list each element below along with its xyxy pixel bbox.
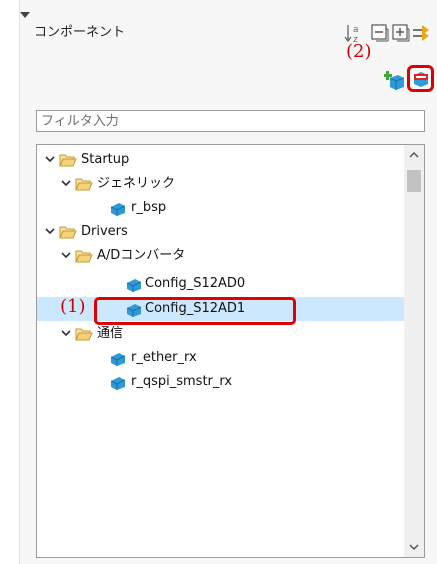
tree-node-r-qspi-smstr-rx[interactable]: r_qspi_smstr_rx <box>37 370 404 394</box>
collapse-all-icon[interactable] <box>369 22 391 44</box>
scroll-thumb[interactable] <box>407 170 421 192</box>
chevron-down-icon[interactable] <box>43 152 57 166</box>
panel-title: コンポーネント <box>34 25 126 40</box>
tree-node-communication[interactable]: 通信 <box>37 322 404 346</box>
folder-open-icon <box>75 328 93 341</box>
tree-node-config-s12ad0[interactable]: Config_S12AD0 <box>37 272 404 296</box>
tree-label: A/Dコンバータ <box>97 248 186 263</box>
tree-node-startup[interactable]: Startup <box>37 148 404 172</box>
tree-label: r_qspi_smstr_rx <box>131 374 233 389</box>
folder-open-icon <box>75 178 93 191</box>
component-icon <box>110 203 126 216</box>
chevron-down-icon[interactable] <box>43 224 57 238</box>
component-icon <box>126 279 142 292</box>
link-with-editor-icon[interactable] <box>411 22 433 44</box>
tree-node-r-bsp[interactable]: r_bsp <box>37 196 404 220</box>
tree-label: r_bsp <box>131 200 167 215</box>
folder-open-icon <box>59 226 77 239</box>
folder-open-icon <box>59 154 77 167</box>
components-panel: コンポーネント a z (2) フィルタ入力 Startup ジェネリック r_… <box>19 0 437 564</box>
chevron-down-icon[interactable] <box>59 326 73 340</box>
chevron-down-icon[interactable] <box>59 176 73 190</box>
scroll-down-icon[interactable] <box>404 537 424 557</box>
tree-node-drivers[interactable]: Drivers <box>37 220 404 244</box>
tree-label: 通信 <box>97 326 124 341</box>
tree-node-generic[interactable]: ジェネリック <box>37 172 404 196</box>
chevron-down-icon[interactable] <box>59 248 73 262</box>
panel-header: コンポーネント a z <box>20 12 437 52</box>
tree-node-ad-converter[interactable]: A/Dコンバータ <box>37 244 404 268</box>
annotation-2: (2) <box>346 41 372 62</box>
tree-label: r_ether_rx <box>131 350 197 365</box>
folder-open-icon <box>75 250 93 263</box>
tree-label: Drivers <box>81 224 128 239</box>
tree-label: ジェネリック <box>97 176 176 191</box>
tree-label: Startup <box>81 152 130 167</box>
tree-label: Config_S12AD0 <box>145 276 246 291</box>
component-tree: Startup ジェネリック r_bsp Drivers A/Dコンバータ Co… <box>36 144 425 558</box>
component-icon <box>110 353 126 366</box>
svg-text:a: a <box>353 25 359 35</box>
add-component-icon[interactable] <box>384 68 408 92</box>
selection-highlight-box <box>94 297 296 325</box>
remove-component-button[interactable] <box>407 65 434 92</box>
vertical-scrollbar[interactable] <box>404 145 424 557</box>
scroll-up-icon[interactable] <box>404 145 424 165</box>
remove-component-icon <box>414 72 428 87</box>
view-menu-icon[interactable] <box>20 12 30 18</box>
filter-input[interactable] <box>36 110 425 132</box>
tree-node-r-ether-rx[interactable]: r_ether_rx <box>37 346 404 370</box>
component-icon <box>110 377 126 390</box>
expand-all-icon[interactable] <box>390 22 412 44</box>
annotation-1: (1) <box>60 296 86 317</box>
